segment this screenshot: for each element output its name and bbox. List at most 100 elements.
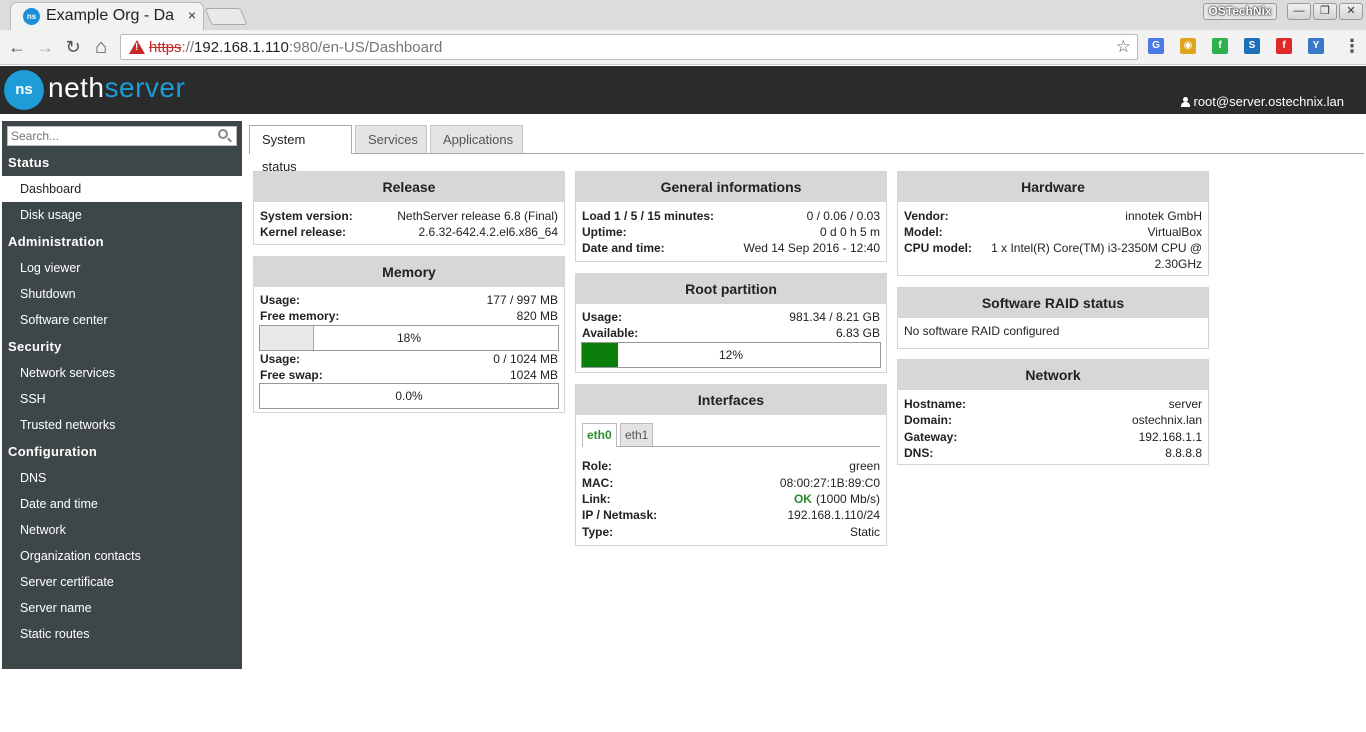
kernel-label: Kernel release: <box>260 225 347 239</box>
tab-services[interactable]: Services <box>355 125 427 153</box>
raid-message: No software RAID configured <box>904 324 1060 338</box>
new-tab-button[interactable] <box>204 8 248 25</box>
sidebar-item-network[interactable]: Network <box>2 517 242 543</box>
root-usage-value: 981.34 / 8.21 GB <box>789 310 880 324</box>
interfaces-title: Interfaces <box>576 385 886 415</box>
domain-row: Domain: ostechnix.lan <box>904 412 1202 428</box>
swap-progress-bar: 0.0% <box>259 383 559 409</box>
sidebar-item-organization-contacts[interactable]: Organization contacts <box>2 543 242 569</box>
link-status: OK <box>793 492 812 506</box>
link-speed: (1000 Mb/s) <box>815 492 880 506</box>
sidebar-item-dns[interactable]: DNS <box>2 465 242 491</box>
link-value: OK (1000 Mb/s) <box>794 491 880 507</box>
mac-label: MAC: <box>582 476 614 490</box>
tab-close-icon[interactable]: × <box>188 7 196 23</box>
search-icon[interactable] <box>218 129 228 139</box>
system-version-value: NethServer release 6.8 (Final) <box>397 209 558 223</box>
memory-progress-label: 18% <box>396 331 422 345</box>
free-swap-row: Free swap: 1024 MB <box>260 367 558 383</box>
cpu-value-line2: 2.30GHz <box>1154 257 1202 271</box>
general-info-title: General informations <box>576 172 886 202</box>
model-label: Model: <box>904 225 943 239</box>
search-input[interactable] <box>8 127 208 145</box>
role-value: green <box>849 459 880 473</box>
root-partition-title: Root partition <box>576 274 886 304</box>
sidebar-item-software-center[interactable]: Software center <box>2 307 242 333</box>
not-secure-warning-icon[interactable] <box>129 40 145 54</box>
nethserver-logo-text[interactable]: nethserver <box>48 72 185 104</box>
sidebar-item-server-certificate[interactable]: Server certificate <box>2 569 242 595</box>
ip-label: IP / Netmask: <box>582 508 658 522</box>
url-text[interactable]: https://192.168.1.110:980/en-US/Dashboar… <box>149 39 442 56</box>
address-bar[interactable]: https://192.168.1.110:980/en-US/Dashboar… <box>120 34 1138 60</box>
swap-usage-row: Usage: 0 / 1024 MB <box>260 351 558 367</box>
sidebar-item-disk-usage[interactable]: Disk usage <box>2 202 242 228</box>
logo-neth: neth <box>48 72 105 103</box>
ip-row: IP / Netmask: 192.168.1.110/24 <box>582 507 880 523</box>
interface-tabs: eth0 eth1 <box>582 423 880 447</box>
sidebar-item-dashboard[interactable]: Dashboard <box>2 176 242 202</box>
url-separator: :// <box>181 39 195 56</box>
sidebar-item-shutdown[interactable]: Shutdown <box>2 281 242 307</box>
type-value: Static <box>849 525 880 539</box>
swap-progress-label: 0.0% <box>395 389 423 403</box>
user-menu[interactable]: root@server.ostechnix.lan <box>1180 94 1344 109</box>
browser-tab[interactable]: ns Example Org - Da × <box>10 2 204 30</box>
role-label: Role: <box>582 459 612 473</box>
root-available-value: 6.83 GB <box>835 326 880 340</box>
role-row: Role: green <box>582 458 880 474</box>
profile-button[interactable]: OSTechNix <box>1203 3 1277 20</box>
google-translate-icon[interactable]: G <box>1148 38 1164 54</box>
sidebar-item-ssh[interactable]: SSH <box>2 386 242 412</box>
memory-title: Memory <box>254 257 564 287</box>
tab-eth1[interactable]: eth1 <box>620 423 654 446</box>
cpu-value: 1 x Intel(R) Core(TM) i3-2350M CPU @ 2.30… <box>991 240 1202 272</box>
window-close-button[interactable]: ✕ <box>1339 3 1363 20</box>
model-value: VirtualBox <box>1147 225 1202 239</box>
tab-system-status[interactable]: System status <box>249 125 352 174</box>
tab-eth0[interactable]: eth0 <box>582 423 617 447</box>
feedly-icon[interactable]: f <box>1212 38 1228 54</box>
browser-tabbar: ns Example Org - Da × OSTechNix — ❐ ✕ <box>0 0 1366 30</box>
sidebar-item-date-and-time[interactable]: Date and time <box>2 491 242 517</box>
reload-button[interactable]: ↻ <box>61 35 85 59</box>
raid-title: Software RAID status <box>898 288 1208 318</box>
free-memory-label: Free memory: <box>260 309 340 323</box>
dns-label: DNS: <box>904 446 934 460</box>
root-progress-label: 12% <box>718 348 744 362</box>
domain-label: Domain: <box>904 413 952 427</box>
free-memory-value: 820 MB <box>516 309 558 323</box>
sidebar-item-log-viewer[interactable]: Log viewer <box>2 255 242 281</box>
raid-row: No software RAID configured <box>904 323 1202 339</box>
s-ext-icon[interactable]: S <box>1244 38 1260 54</box>
memory-progress-bar: 18% <box>259 325 559 351</box>
sidebar-item-static-routes[interactable]: Static routes <box>2 621 242 647</box>
hardware-widget: Hardware Vendor: innotek GmbH Model: Vir… <box>897 171 1209 276</box>
network-widget: Network Hostname: server Domain: ostechn… <box>897 359 1209 465</box>
home-button[interactable]: ⌂ <box>89 35 113 59</box>
url-scheme: https <box>149 39 182 56</box>
sidebar-item-network-services[interactable]: Network services <box>2 360 242 386</box>
model-row: Model: VirtualBox <box>904 224 1202 240</box>
back-button[interactable]: ← <box>5 35 29 59</box>
forward-button[interactable]: → <box>33 35 57 59</box>
sidebar-item-server-name[interactable]: Server name <box>2 595 242 621</box>
free-memory-row: Free memory: 820 MB <box>260 308 558 324</box>
uptime-value: 0 d 0 h 5 m <box>819 225 880 239</box>
chrome-remote-icon[interactable]: ◉ <box>1180 38 1196 54</box>
flipboard-icon[interactable]: f <box>1276 38 1292 54</box>
dns-row: DNS: 8.8.8.8 <box>904 445 1202 461</box>
tab-applications[interactable]: Applications <box>430 125 523 153</box>
date-label: Date and time: <box>582 241 665 255</box>
y-ext-icon[interactable]: Y <box>1308 38 1324 54</box>
sidebar-item-trusted-networks[interactable]: Trusted networks <box>2 412 242 438</box>
search-box[interactable] <box>7 126 237 146</box>
browser-menu-icon[interactable]: ⋮ <box>1343 36 1361 57</box>
minimize-button[interactable]: — <box>1287 3 1311 20</box>
bookmark-star-icon[interactable]: ☆ <box>1116 37 1131 57</box>
restore-button[interactable]: ❐ <box>1313 3 1337 20</box>
swap-usage-value: 0 / 1024 MB <box>493 352 558 366</box>
hardware-title: Hardware <box>898 172 1208 202</box>
system-version-row: System version: NethServer release 6.8 (… <box>260 208 558 224</box>
free-swap-label: Free swap: <box>260 368 323 382</box>
